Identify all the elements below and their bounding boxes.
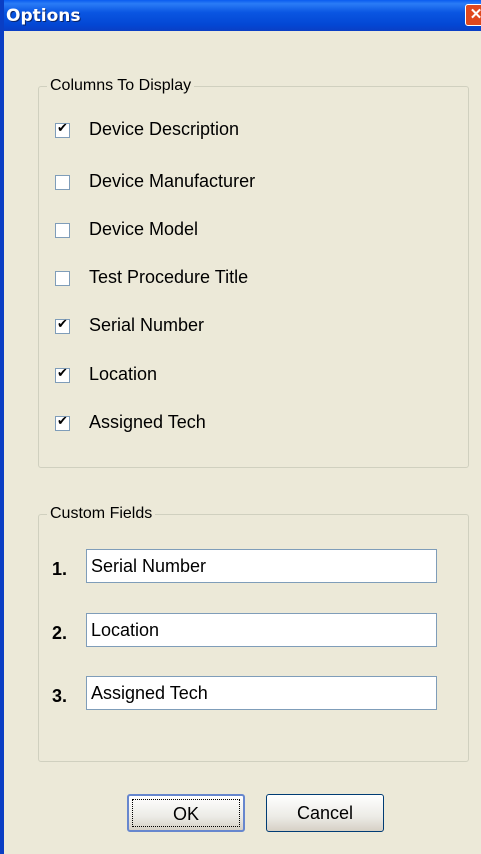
checkbox-box[interactable] [55, 366, 70, 383]
window-title: Options [6, 6, 81, 26]
checkbox-label[interactable]: Device Description [89, 119, 239, 140]
ok-button[interactable]: OK [127, 794, 245, 832]
cancel-button[interactable]: Cancel [266, 794, 384, 832]
custom-field-2-number: 2. [52, 623, 68, 643]
custom-field-3-input[interactable] [86, 676, 437, 710]
checkbox-box[interactable] [55, 223, 70, 238]
checkbox-box[interactable] [55, 271, 70, 286]
cancel-button-label: Cancel [296, 803, 354, 823]
custom-field-1-input[interactable] [86, 549, 437, 583]
checkbox-label[interactable]: Serial Number [89, 315, 204, 336]
checkbox-box[interactable] [55, 317, 70, 334]
options-dialog: Options ✕ Columns To Display Device Desc… [0, 0, 481, 854]
custom-field-3-number: 3. [52, 686, 68, 706]
checkbox-box[interactable] [55, 175, 70, 190]
checkbox-label[interactable]: Device Model [89, 219, 198, 240]
focus-rect [132, 799, 240, 827]
window-left-border [0, 0, 4, 854]
checkbox-box[interactable] [55, 121, 70, 138]
close-icon: ✕ [469, 6, 481, 23]
custom-fields-group-title: Custom Fields [47, 505, 156, 523]
checkbox-label[interactable]: Device Manufacturer [89, 171, 255, 192]
checkbox-label[interactable]: Assigned Tech [89, 412, 206, 433]
columns-group-title: Columns To Display [47, 77, 195, 95]
checkbox-label[interactable]: Location [89, 364, 157, 385]
checkbox-box[interactable] [55, 414, 70, 431]
custom-field-1-number: 1. [52, 559, 68, 579]
close-button[interactable]: ✕ [465, 4, 481, 26]
checkbox-label[interactable]: Test Procedure Title [89, 267, 248, 288]
title-bar[interactable]: Options ✕ [0, 0, 481, 31]
custom-field-2-input[interactable] [86, 613, 437, 647]
